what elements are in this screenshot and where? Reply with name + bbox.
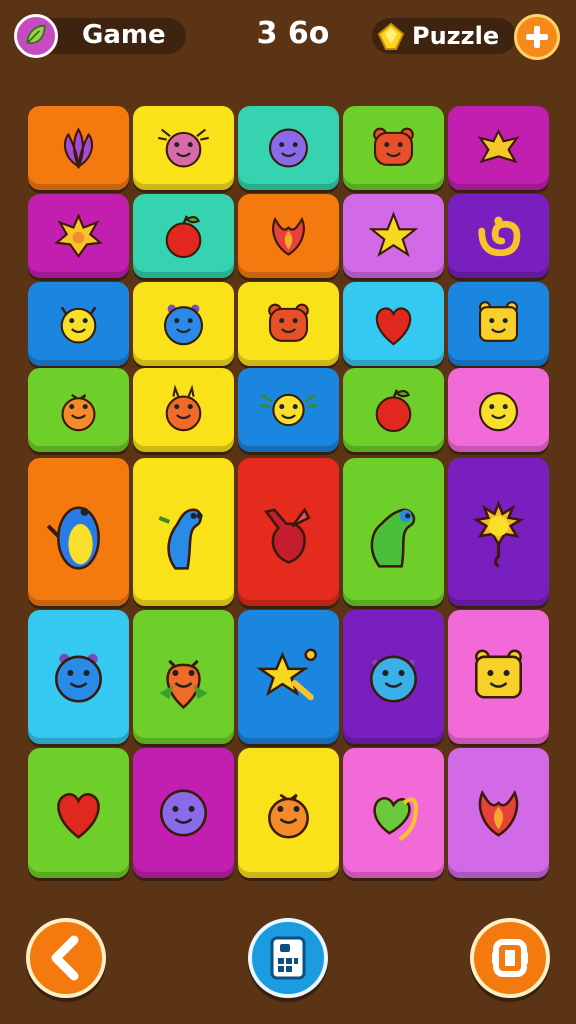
bear-square-icon xyxy=(475,649,522,699)
tile[interactable] xyxy=(28,106,129,190)
card-deck-button[interactable] xyxy=(248,918,328,998)
sunflower-icon xyxy=(54,213,103,258)
card-deck-icon xyxy=(270,936,306,980)
smiley-icon xyxy=(478,390,519,432)
tile[interactable] xyxy=(133,458,234,606)
orange-fruit-icon xyxy=(268,793,309,839)
back-button[interactable] xyxy=(26,918,106,998)
bear-face-icon xyxy=(373,127,414,166)
star-icon xyxy=(368,211,419,257)
tile[interactable] xyxy=(448,282,549,366)
shuffle-button[interactable] xyxy=(470,918,550,998)
tile[interactable] xyxy=(343,610,444,744)
tile[interactable] xyxy=(238,748,339,878)
tile[interactable] xyxy=(343,106,444,190)
tile[interactable] xyxy=(343,368,444,452)
tile[interactable] xyxy=(238,194,339,278)
tile[interactable] xyxy=(448,106,549,190)
tile[interactable] xyxy=(133,282,234,366)
tile[interactable] xyxy=(238,106,339,190)
horned-fruit-icon xyxy=(165,384,202,432)
tile[interactable] xyxy=(28,748,129,878)
tile[interactable] xyxy=(28,282,129,366)
tile[interactable] xyxy=(133,194,234,278)
apple-icon xyxy=(165,215,202,259)
tile[interactable] xyxy=(28,194,129,278)
tile[interactable] xyxy=(343,458,444,606)
blue-blob-icon xyxy=(55,653,102,703)
lotus-icon xyxy=(63,127,94,170)
heart-swirl-icon xyxy=(373,797,418,842)
tile[interactable] xyxy=(133,368,234,452)
tile[interactable] xyxy=(448,368,549,452)
green-worm-icon xyxy=(370,508,416,568)
heart-icon xyxy=(57,793,100,839)
cat-face-icon xyxy=(60,306,97,344)
tile[interactable] xyxy=(343,282,444,366)
flame-flower-icon xyxy=(272,216,305,256)
tile[interactable] xyxy=(238,458,339,606)
tile[interactable] xyxy=(28,610,129,744)
cat-blob-icon xyxy=(370,655,417,703)
apple-icon xyxy=(375,389,412,433)
tile[interactable] xyxy=(133,748,234,878)
purple-blob-icon xyxy=(160,789,207,837)
purple-blob-icon xyxy=(268,128,309,168)
blue-worm-icon xyxy=(158,508,203,570)
tile[interactable] xyxy=(238,282,339,366)
orange-fruit-icon xyxy=(61,394,96,432)
swirl-icon xyxy=(478,216,521,257)
bug-face-icon xyxy=(158,128,209,168)
tile[interactable] xyxy=(343,748,444,878)
tile[interactable] xyxy=(448,610,549,744)
blue-blob-icon xyxy=(163,304,204,346)
flame-flower-icon xyxy=(478,790,519,837)
tile[interactable] xyxy=(448,194,549,278)
tile[interactable] xyxy=(28,458,129,606)
star-wand-icon xyxy=(256,648,318,701)
red-flower-icon xyxy=(264,507,311,564)
heart-icon xyxy=(375,307,412,346)
tile[interactable] xyxy=(133,106,234,190)
tile[interactable] xyxy=(238,610,339,744)
bear-face-icon xyxy=(268,303,309,342)
tile[interactable] xyxy=(238,368,339,452)
penguin-icon xyxy=(46,506,100,570)
tile[interactable] xyxy=(448,458,549,606)
golden-bird-icon xyxy=(477,128,520,164)
shuffle-frame-icon xyxy=(492,939,528,977)
bear-square-icon xyxy=(478,301,519,342)
tile[interactable] xyxy=(133,610,234,744)
tile[interactable] xyxy=(28,368,129,452)
orange-drop-icon xyxy=(159,659,208,709)
back-chevron-icon xyxy=(51,935,79,981)
winged-face-icon xyxy=(259,393,318,427)
tile-board xyxy=(0,0,576,1024)
tile[interactable] xyxy=(343,194,444,278)
tile[interactable] xyxy=(448,748,549,878)
bulb-flower-icon xyxy=(472,500,525,568)
